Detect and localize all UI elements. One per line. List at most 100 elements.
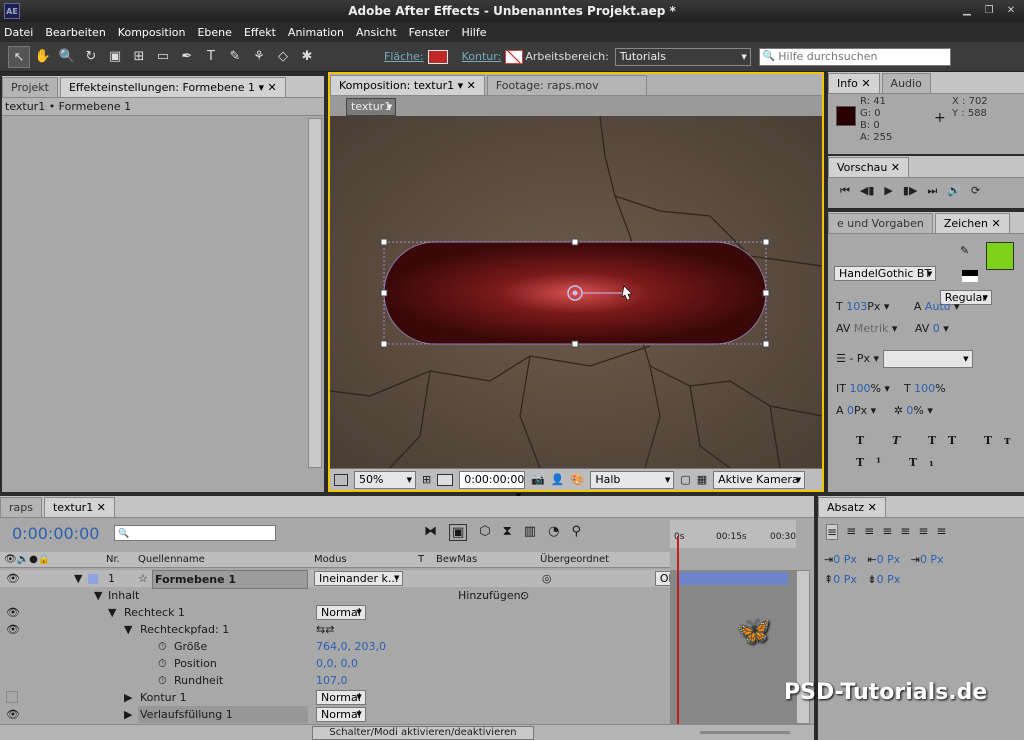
play-icon[interactable]: ▶: [884, 184, 892, 198]
align-center-icon[interactable]: ≡: [846, 524, 856, 540]
visibility-icon[interactable]: 👁: [6, 570, 20, 587]
menu-fenster[interactable]: Fenster: [409, 26, 450, 39]
tab-absatz[interactable]: Absatz ✕: [818, 497, 886, 517]
rechteck-expand-icon[interactable]: ▼: [108, 604, 116, 621]
brush-tool-icon[interactable]: ✎: [224, 46, 246, 68]
camera-tool-icon[interactable]: ▣: [104, 46, 126, 68]
path-direction-icon[interactable]: ⇆⇄: [316, 621, 334, 638]
stopwatch-icon[interactable]: ⏱: [158, 655, 167, 672]
verlaufsfuellung-label[interactable]: Verlaufsfüllung 1: [138, 706, 308, 723]
next-frame-icon[interactable]: ▮▶: [903, 184, 918, 198]
tab-projekt[interactable]: Projekt: [2, 77, 58, 97]
first-line-indent-value[interactable]: 0 Px: [920, 553, 944, 566]
menu-bearbeiten[interactable]: Bearbeiten: [45, 26, 105, 39]
timeline-search-input[interactable]: 🔍: [114, 525, 276, 541]
loop-icon[interactable]: ⟳: [971, 184, 980, 198]
help-search-input[interactable]: [778, 50, 949, 63]
visibility-icon[interactable]: 👁: [6, 706, 20, 723]
kontur-expand-icon[interactable]: ▶: [124, 689, 132, 706]
comp-viewer[interactable]: [330, 116, 822, 468]
tab-textur1[interactable]: textur1 ✕: [43, 497, 115, 517]
grid-icon[interactable]: ⊞: [422, 473, 431, 486]
draft-3d-icon[interactable]: ▣: [449, 524, 468, 541]
pan-behind-tool-icon[interactable]: ⊞: [128, 46, 150, 68]
fill-color-box[interactable]: [986, 242, 1014, 270]
menu-effekt[interactable]: Effekt: [244, 26, 276, 39]
stroke-style-dropdown[interactable]: [882, 350, 973, 368]
layer-mode-dropdown[interactable]: Ineinander k...: [314, 571, 404, 586]
eyedropper-icon[interactable]: ✎: [960, 244, 969, 257]
channel-icon[interactable]: 🎨: [571, 473, 585, 486]
always-preview-icon[interactable]: [334, 473, 348, 486]
text-style-buttons[interactable]: T T TT Tт T¹ T₁: [836, 430, 1024, 474]
menu-animation[interactable]: Animation: [288, 26, 344, 39]
transparency-grid-icon[interactable]: ▦: [697, 473, 707, 486]
rectangle-tool-icon[interactable]: ▭: [152, 46, 174, 68]
close-button[interactable]: ✕: [1002, 4, 1020, 18]
comp-flowchart-icon[interactable]: ⧓: [424, 524, 437, 541]
inhalt-expand-icon[interactable]: ▼: [94, 587, 102, 604]
rechteck-mode-dropdown[interactable]: Normal: [316, 605, 366, 620]
tab-audio[interactable]: Audio: [881, 73, 931, 93]
maximize-button[interactable]: ❐: [980, 4, 998, 18]
expand-icon[interactable]: ▼: [74, 570, 82, 587]
menu-hilfe[interactable]: Hilfe: [461, 26, 486, 39]
region-icon[interactable]: ▢: [680, 473, 690, 486]
scrollbar[interactable]: [308, 118, 322, 468]
white-swatch[interactable]: [962, 276, 978, 282]
vertical-scale-value[interactable]: 100: [849, 382, 870, 395]
stopwatch-icon[interactable]: ⏱: [158, 638, 167, 655]
menu-ebene[interactable]: Ebene: [197, 26, 231, 39]
audio-icon[interactable]: 🔊: [947, 184, 961, 198]
timeline-track-area[interactable]: [670, 570, 796, 724]
tracking-value[interactable]: 0: [933, 322, 940, 335]
last-frame-icon[interactable]: ⏭: [927, 184, 937, 198]
menu-ansicht[interactable]: Ansicht: [356, 26, 397, 39]
font-family-dropdown[interactable]: HandelGothic BT: [834, 266, 937, 281]
space-after-value[interactable]: 0 Px: [877, 573, 901, 586]
tab-effekte-vorgaben[interactable]: e und Vorgaben: [828, 213, 933, 233]
hand-tool-icon[interactable]: ✋: [32, 46, 54, 68]
indent-right-value[interactable]: 0 Px: [877, 553, 901, 566]
playhead[interactable]: [677, 536, 679, 726]
brainstorm-icon[interactable]: ⚲: [571, 524, 581, 541]
timeline-current-time[interactable]: 0:00:00:00: [12, 524, 99, 543]
align-left-icon[interactable]: ≡: [826, 524, 839, 540]
minimize-button[interactable]: ▁: [958, 4, 976, 18]
tab-effekteinstellungen[interactable]: Effekteinstellungen: Formebene 1 ▾ ✕: [59, 77, 286, 97]
zoom-slider[interactable]: [700, 731, 790, 734]
verlauf-expand-icon[interactable]: ▶: [124, 706, 132, 723]
eraser-tool-icon[interactable]: ◇: [272, 46, 294, 68]
frame-blend-icon[interactable]: ⧗: [503, 524, 512, 541]
add-icon[interactable]: ⊙: [520, 587, 529, 604]
stroke-color-swatch[interactable]: [505, 49, 524, 64]
alignment-buttons[interactable]: ≡ ≡ ≡ ≡ ≡ ≡ ≡: [818, 518, 1024, 546]
zoom-tool-icon[interactable]: 🔍: [56, 46, 78, 68]
justify-all-icon[interactable]: ≡: [936, 524, 946, 540]
justify-right-icon[interactable]: ≡: [918, 524, 928, 540]
visibility-icon[interactable]: 👁: [6, 604, 20, 621]
menu-komposition[interactable]: Komposition: [118, 26, 186, 39]
rotate-tool-icon[interactable]: ↻: [80, 46, 102, 68]
menu-datei[interactable]: Datei: [4, 26, 33, 39]
position-value[interactable]: 0,0, 0,0: [316, 655, 358, 672]
layer-row[interactable]: 👁 ▼ 1 ☆ Formebene 1 Ineinander k... ◎ Oh…: [0, 570, 695, 589]
tab-zeichen[interactable]: Zeichen ✕: [934, 213, 1010, 233]
comp-name-button[interactable]: textur1: [346, 98, 397, 116]
indent-left-value[interactable]: 0 Px: [833, 553, 857, 566]
toggle-switches-button[interactable]: Schalter/Modi aktivieren/deaktivieren: [312, 726, 534, 740]
tab-raps[interactable]: raps: [0, 497, 42, 517]
groesse-value[interactable]: 764,0, 203,0: [316, 638, 386, 655]
pickwhip-icon[interactable]: ◎: [542, 570, 552, 587]
align-right-icon[interactable]: ≡: [864, 524, 874, 540]
clone-tool-icon[interactable]: ⚘: [248, 46, 270, 68]
selection-tool-icon[interactable]: ↖: [8, 45, 30, 68]
graph-editor-icon[interactable]: ◔: [548, 524, 559, 541]
label-color[interactable]: [88, 574, 98, 584]
workspace-dropdown[interactable]: Tutorials: [614, 47, 751, 66]
leading-value[interactable]: Auto: [925, 300, 951, 313]
time-ruler[interactable]: 0s 00:15s 00:30: [670, 520, 796, 548]
visibility-toggle[interactable]: [6, 691, 18, 703]
layer-duration-bar[interactable]: [678, 572, 788, 585]
camera-dropdown[interactable]: Aktive Kamera: [713, 470, 806, 489]
